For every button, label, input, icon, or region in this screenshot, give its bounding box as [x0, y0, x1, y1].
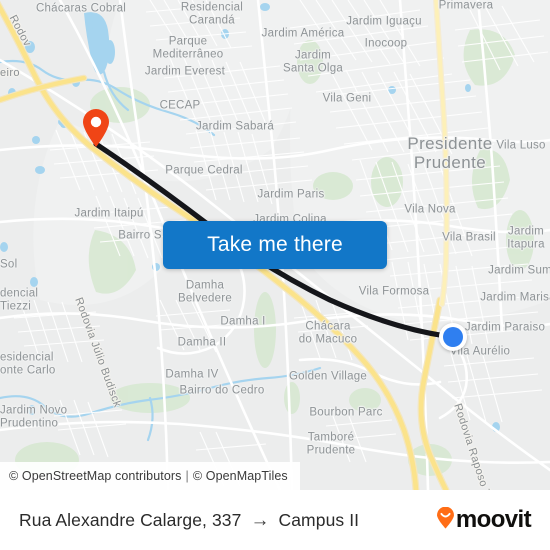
- take-me-there-button[interactable]: Take me there: [163, 221, 387, 269]
- moovit-route-preview: Chácaras Cobral Residencial Carandá Jard…: [0, 0, 550, 550]
- map-attribution: © OpenStreetMap contributors | © OpenMap…: [0, 462, 300, 490]
- destination-dot: [443, 327, 463, 347]
- route-summary: Rua Alexandre Calarge, 337 → Campus II: [19, 510, 426, 531]
- route-destination-label: Campus II: [278, 509, 360, 530]
- footer-bar: Rua Alexandre Calarge, 337 → Campus II m…: [0, 490, 550, 550]
- arrow-right-icon: →: [250, 509, 270, 531]
- route-origin-label: Rua Alexandre Calarge, 337: [19, 509, 242, 530]
- attribution-separator: |: [185, 469, 189, 483]
- moovit-pin-icon: [436, 506, 455, 534]
- map-canvas[interactable]: Chácaras Cobral Residencial Carandá Jard…: [0, 0, 550, 490]
- moovit-wordmark: moovit: [455, 506, 532, 533]
- osm-attribution-link[interactable]: © OpenStreetMap contributors: [9, 469, 182, 483]
- moovit-logo[interactable]: moovit: [436, 506, 532, 534]
- destination-marker[interactable]: [439, 323, 467, 351]
- openmaptiles-attribution-link[interactable]: © OpenMapTiles: [193, 469, 288, 483]
